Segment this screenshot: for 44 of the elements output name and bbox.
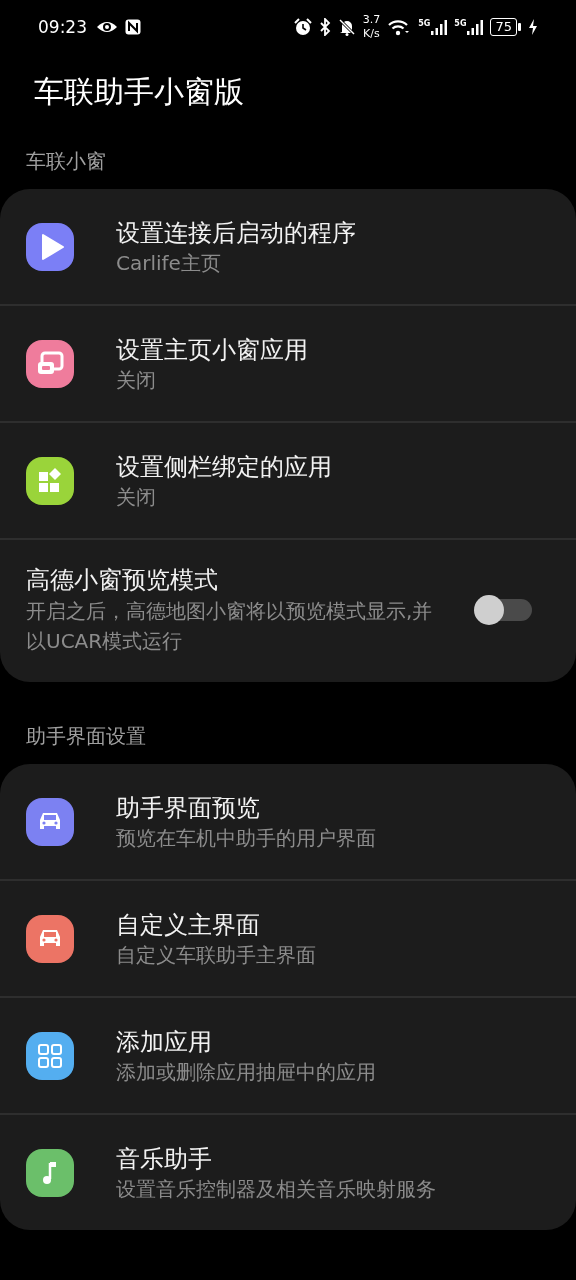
settings-row[interactable]: 音乐助手 设置音乐控制器及相关音乐映射服务 — [0, 1115, 576, 1230]
nfc-icon — [125, 19, 141, 35]
row-title: 添加应用 — [116, 1026, 213, 1058]
row-title: 高德小窗预览模式 — [26, 565, 219, 596]
battery-tip-icon — [518, 23, 521, 31]
settings-row[interactable]: 设置主页小窗应用 关闭 — [0, 306, 576, 421]
bluetooth-icon — [318, 18, 331, 36]
row-subtitle: 添加或删除应用抽屉中的应用 — [116, 1058, 376, 1086]
settings-row[interactable]: 设置侧栏绑定的应用 关闭 — [0, 423, 576, 538]
row-title: 设置侧栏绑定的应用 — [116, 451, 332, 483]
row-subtitle: 关闭 — [116, 366, 157, 394]
toggle-switch[interactable] — [474, 595, 532, 625]
row-title: 自定义主界面 — [116, 909, 261, 941]
row-title: 设置主页小窗应用 — [116, 334, 308, 366]
row-subtitle: 设置音乐控制器及相关音乐映射服务 — [116, 1175, 436, 1203]
network-speed-unit: K/s — [363, 27, 380, 41]
signal-icon — [467, 19, 484, 35]
row-title: 助手界面预览 — [116, 792, 261, 824]
row-subtitle: 预览在车机中助手的用户界面 — [116, 824, 376, 852]
alarm-icon — [293, 18, 312, 36]
section-header: 车联小窗 — [25, 148, 107, 175]
row-subtitle: Carlife主页 — [116, 249, 222, 277]
status-time: 09:23 — [38, 17, 87, 37]
page-title: 车联助手小窗版 — [33, 73, 245, 111]
row-title: 音乐助手 — [116, 1143, 213, 1175]
row-description: 开启之后，高德地图小窗将以预览模式显示,并以UCAR模式运行 — [26, 598, 434, 655]
signal-icon — [431, 19, 448, 35]
bell-off-icon — [337, 18, 356, 36]
row-subtitle: 自定义车联助手主界面 — [116, 941, 316, 969]
network-type-label: 5G — [418, 19, 431, 28]
battery-level-text: 75 — [490, 18, 517, 36]
charging-icon — [528, 19, 538, 35]
eye-icon — [96, 20, 118, 34]
settings-row[interactable]: 助手界面预览 预览在车机中助手的用户界面 — [0, 764, 576, 879]
settings-row[interactable]: 设置连接后启动的程序 Carlife主页 — [0, 189, 576, 304]
row-subtitle: 关闭 — [116, 483, 157, 511]
network-type-label: 5G — [454, 19, 467, 28]
settings-row[interactable]: 添加应用 添加或删除应用抽屉中的应用 — [0, 998, 576, 1113]
wifi-icon — [387, 18, 412, 36]
settings-row[interactable]: 高德小窗预览模式 开启之后，高德地图小窗将以预览模式显示,并以UCAR模式运行 — [0, 540, 576, 682]
settings-row[interactable]: 自定义主界面 自定义车联助手主界面 — [0, 881, 576, 996]
network-speed-value: 3.7 — [362, 13, 381, 27]
row-title: 设置连接后启动的程序 — [116, 217, 356, 249]
section-header: 助手界面设置 — [25, 723, 147, 750]
